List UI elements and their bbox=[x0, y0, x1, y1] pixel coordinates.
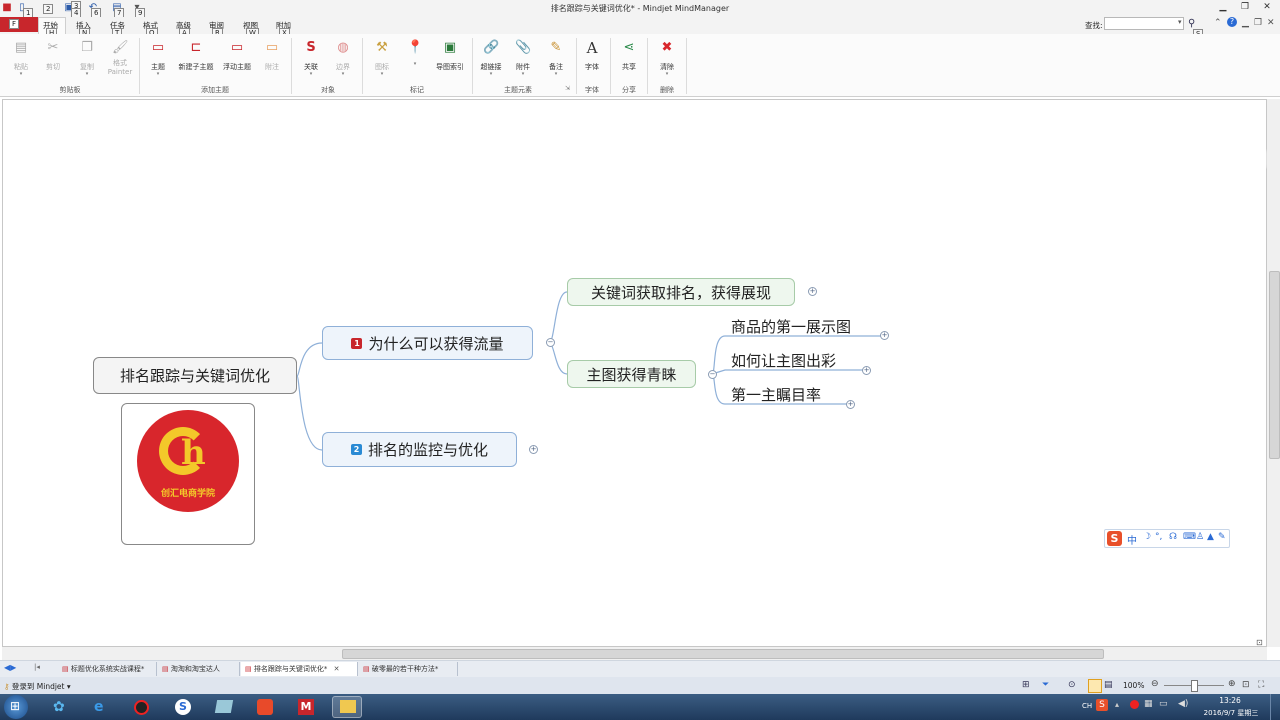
clock-date[interactable]: 2016/9/7 星期三 bbox=[1196, 708, 1266, 718]
tray-sogou-icon[interactable]: S bbox=[1096, 699, 1108, 711]
taskbar-ie[interactable]: e bbox=[86, 696, 116, 718]
mic-icon[interactable]: ☊ bbox=[1169, 532, 1177, 542]
horizontal-scroll-thumb[interactable] bbox=[342, 649, 1104, 659]
leaf-first-display-image[interactable]: 商品的第一展示图 bbox=[731, 316, 851, 337]
windows-logo-icon: ⊞ bbox=[10, 699, 21, 713]
doc-tab-taotao[interactable]: ▤ 淘淘和淘宝达人 bbox=[158, 662, 240, 676]
expand-topic-2-icon[interactable]: + bbox=[529, 445, 538, 454]
tray-volume-icon[interactable]: ◀) bbox=[1178, 699, 1188, 709]
doc-tab-title-optimization[interactable]: ▤ 标题优化系统实战课程* bbox=[58, 662, 157, 676]
subtopic-keyword-ranking-label: 关键词获取排名，获得展现 bbox=[590, 283, 771, 302]
mindmanager-icon: M bbox=[298, 699, 314, 715]
priority-1-icon: 1 bbox=[351, 337, 363, 349]
connector-central-topic1 bbox=[296, 342, 323, 377]
zoom-in-icon[interactable]: ⊕ bbox=[1228, 679, 1236, 689]
taskbar-recorder[interactable] bbox=[127, 696, 157, 718]
doc-tab-close-icon[interactable]: ✕ bbox=[334, 665, 340, 673]
expand-subtopic-1-icon[interactable]: + bbox=[808, 287, 817, 296]
logo-image-box[interactable]: h 创汇电商学院 bbox=[121, 403, 255, 545]
punctuation-icon[interactable]: °, bbox=[1155, 532, 1162, 542]
expand-leaf-2-icon[interactable]: + bbox=[862, 366, 871, 375]
ime-toolbar[interactable]: S 中 ☽ °, ☊ ⌨ ♙ ▲ ✎ bbox=[1104, 529, 1230, 548]
logo-circle: h 创汇电商学院 bbox=[137, 410, 239, 512]
doc-tab-icon: ▤ bbox=[62, 665, 69, 673]
tab-scroll-left-icon[interactable]: ◀▶ bbox=[4, 663, 16, 672]
fit-view-icon[interactable]: ⊡ bbox=[1256, 638, 1263, 647]
settings-wrench-icon[interactable]: ✎ bbox=[1218, 532, 1226, 542]
collapse-subtopic-2-icon[interactable]: − bbox=[708, 370, 717, 379]
login-status[interactable]: ⚷ 登录到 Mindjet ▾ bbox=[4, 681, 71, 692]
taskbar-mindmanager[interactable]: M bbox=[291, 696, 321, 718]
taskbar-drive[interactable] bbox=[209, 696, 239, 718]
connector-topic1-sub2 bbox=[548, 342, 568, 375]
doc-tab-icon: ▤ bbox=[245, 665, 252, 673]
folder-icon bbox=[340, 700, 356, 713]
taskbar-sogou-browser[interactable]: S bbox=[168, 696, 198, 718]
sogou-icon[interactable]: S bbox=[1107, 531, 1122, 546]
outline-view-icon[interactable]: ▤ bbox=[1104, 680, 1113, 690]
subtopic-main-image-label: 主图获得青睐 bbox=[586, 365, 677, 384]
connector-topic1-sub1 bbox=[548, 291, 568, 344]
central-topic-label: 排名跟踪与关键词优化 bbox=[119, 367, 270, 385]
tray-expand-icon[interactable]: ▴ bbox=[1115, 700, 1119, 709]
main-topic-1[interactable]: 1 为什么可以获得流量 bbox=[322, 326, 533, 360]
doc-tab-break-zero[interactable]: ▤ 破零最的若干种方法* bbox=[359, 662, 458, 676]
vertical-scroll-thumb[interactable] bbox=[1269, 271, 1280, 459]
expand-leaf-3-icon[interactable]: + bbox=[846, 400, 855, 409]
ime-mode-chinese[interactable]: 中 bbox=[1127, 532, 1137, 547]
keyboard-icon[interactable]: ⌨ bbox=[1183, 532, 1196, 542]
zoom-level: 100% bbox=[1123, 681, 1145, 690]
leaf-make-image-stand-out[interactable]: 如何让主图出彩 bbox=[731, 350, 836, 371]
moon-icon[interactable]: ☽ bbox=[1143, 532, 1151, 542]
tray-monitor-icon[interactable]: ▭ bbox=[1159, 699, 1168, 709]
skin-icon[interactable]: ▲ bbox=[1207, 532, 1214, 542]
fullscreen-icon[interactable]: ⛶ bbox=[1258, 680, 1264, 690]
record-icon bbox=[134, 700, 149, 715]
collapse-topic-1-icon[interactable]: − bbox=[546, 338, 555, 347]
priority-2-icon: 2 bbox=[350, 444, 362, 455]
main-topic-1-label: 为什么可以获得流量 bbox=[368, 334, 504, 353]
show-desktop-button[interactable] bbox=[1270, 694, 1280, 720]
logo-text: 创汇电商学院 bbox=[160, 489, 215, 499]
vertical-scrollbar[interactable] bbox=[1267, 99, 1280, 647]
shop-icon bbox=[257, 699, 273, 715]
map-view-button[interactable] bbox=[1088, 679, 1102, 693]
cloud-icon: ✿ bbox=[53, 699, 65, 715]
expand-leaf-1-icon[interactable]: + bbox=[880, 331, 889, 340]
tab-scroll-start-icon[interactable]: |◂ bbox=[34, 663, 40, 671]
language-indicator[interactable]: CH bbox=[1082, 702, 1092, 710]
subtopic-keyword-ranking[interactable]: 关键词获取排名，获得展现 bbox=[567, 278, 795, 306]
layout-icon[interactable]: ⊞ bbox=[1022, 680, 1030, 690]
sogou-browser-icon: S bbox=[175, 699, 191, 715]
doc-tab-ranking-active[interactable]: ▤ 排名跟踪与关键词优化* ✕ bbox=[241, 662, 358, 676]
tray-network-icon[interactable]: ▦ bbox=[1144, 699, 1153, 709]
main-topic-2-label: 排名的监控与优化 bbox=[367, 441, 488, 459]
central-topic[interactable]: 排名跟踪与关键词优化 bbox=[93, 357, 297, 394]
login-icon: ⚷ bbox=[4, 682, 10, 691]
horizontal-scrollbar[interactable] bbox=[2, 647, 1267, 660]
zoom-slider-thumb[interactable] bbox=[1191, 680, 1198, 692]
taskbar-shop-app[interactable] bbox=[250, 696, 280, 718]
logo-h-mark: h bbox=[181, 433, 206, 473]
doc-tab-icon: ▤ bbox=[162, 665, 169, 673]
connector-central-topic2 bbox=[296, 375, 323, 451]
taskbar-explorer[interactable] bbox=[332, 696, 362, 718]
leaf-attention-rate[interactable]: 第一主瞩目率 bbox=[731, 384, 821, 405]
ie-icon: e bbox=[94, 699, 104, 715]
zoom-out-icon[interactable]: ⊖ bbox=[1151, 679, 1159, 689]
doc-tab-icon: ▤ bbox=[363, 665, 370, 673]
filter-icon[interactable]: ⏷ bbox=[1042, 680, 1049, 690]
user-icon[interactable]: ♙ bbox=[1196, 532, 1204, 542]
subtopic-main-image[interactable]: 主图获得青睐 bbox=[567, 360, 696, 388]
main-topic-2[interactable]: 2 排名的监控与优化 bbox=[322, 432, 517, 467]
clock-time[interactable]: 13:26 bbox=[1200, 696, 1260, 705]
start-button[interactable]: ⊞ bbox=[4, 695, 28, 719]
view-mode-icon[interactable]: ⊙ bbox=[1068, 680, 1076, 690]
drive-icon bbox=[214, 700, 234, 713]
tray-record-icon[interactable] bbox=[1130, 700, 1139, 709]
fit-map-icon[interactable]: ⊡ bbox=[1242, 680, 1250, 690]
taskbar-cloud-app[interactable]: ✿ bbox=[45, 696, 75, 718]
